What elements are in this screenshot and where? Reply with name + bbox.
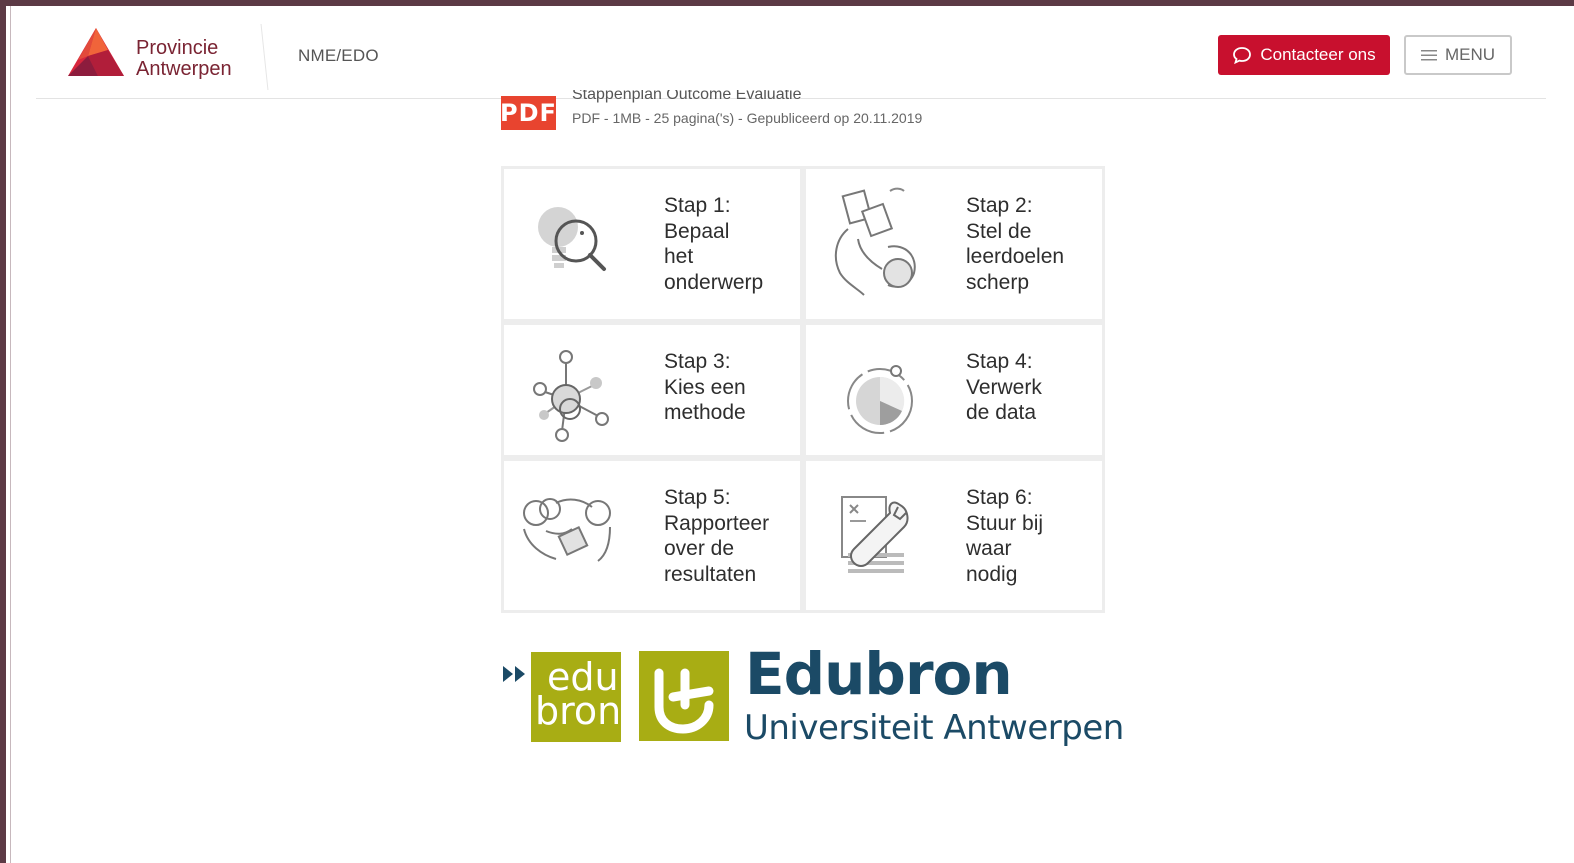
pdf-file-icon: PDF bbox=[501, 96, 556, 130]
step-4-label: Stap 4: Verwerk de data bbox=[966, 350, 1042, 424]
provincie-antwerpen-logo[interactable]: Provincie Antwerpen bbox=[68, 26, 258, 82]
breadcrumb[interactable]: NME/EDO bbox=[298, 46, 379, 66]
edu-logo-text-2: bron bbox=[535, 689, 622, 733]
window-left-edge bbox=[6, 6, 11, 863]
edubron-subtitle: Universiteit Antwerpen bbox=[744, 708, 1124, 748]
step-card-2[interactable]: Stap 2: Stel de leerdoelen scherp bbox=[803, 166, 1105, 322]
step-3-label: Stap 3: Kies een methode bbox=[664, 350, 746, 424]
pdf-download[interactable]: PDF Stappenplan Outcome Evaluatie PDF - … bbox=[501, 90, 1001, 130]
step-card-4[interactable]: Stap 4: Verwerk de data bbox=[803, 322, 1105, 458]
magnifier-bulb-icon bbox=[538, 207, 606, 271]
contact-button-label: Contacteer ons bbox=[1260, 45, 1376, 64]
edubron-small-logo[interactable]: edu bron bbox=[503, 648, 623, 744]
steps-grid: Stap 1: Bepaal het onderwerp Stap 2: Ste… bbox=[501, 166, 1105, 613]
provincie-logo-icon bbox=[68, 28, 124, 76]
contact-button[interactable]: Contacteer ons bbox=[1218, 35, 1390, 75]
logo-line-1: Provincie bbox=[136, 37, 219, 59]
universiteit-antwerpen-logo[interactable] bbox=[639, 651, 729, 741]
step-6-label: Stap 6: Stuur bij waar nodig bbox=[966, 486, 1044, 586]
notes-head-icon bbox=[834, 187, 916, 296]
logo-line-2: Antwerpen bbox=[136, 58, 232, 80]
logo-text: Provincie Antwerpen bbox=[136, 38, 232, 80]
network-search-icon bbox=[533, 350, 609, 442]
menu-button[interactable]: MENU bbox=[1404, 35, 1512, 75]
hamburger-icon bbox=[1420, 50, 1437, 61]
wrench-document-icon bbox=[841, 496, 909, 573]
chat-bubble-icon bbox=[1233, 47, 1252, 65]
header-divider bbox=[260, 24, 269, 90]
people-report-icon bbox=[523, 498, 611, 562]
step-card-6[interactable]: Stap 6: Stuur bij waar nodig bbox=[803, 458, 1105, 613]
step-5-label: Stap 5: Rapporteer over de resultaten bbox=[664, 486, 770, 586]
step-card-1[interactable]: Stap 1: Bepaal het onderwerp bbox=[501, 166, 803, 322]
step-card-5[interactable]: Stap 5: Rapporteer over de resultaten bbox=[501, 458, 803, 613]
pie-chart-icon bbox=[847, 365, 913, 434]
step-1-label: Stap 1: Bepaal het onderwerp bbox=[664, 194, 764, 294]
edubron-title: Edubron bbox=[745, 640, 1013, 708]
menu-button-label: MENU bbox=[1444, 45, 1496, 64]
ua-emblem-icon bbox=[654, 668, 714, 734]
site-header: Provincie Antwerpen NME/EDO Contacteer o… bbox=[36, 6, 1546, 99]
pdf-meta: PDF - 1MB - 25 pagina('s) - Gepubliceerd… bbox=[572, 110, 923, 126]
step-2-label: Stap 2: Stel de leerdoelen scherp bbox=[966, 194, 1065, 294]
step-card-3[interactable]: Stap 3: Kies een methode bbox=[501, 322, 803, 458]
pdf-title[interactable]: Stappenplan Outcome Evaluatie bbox=[572, 90, 801, 104]
